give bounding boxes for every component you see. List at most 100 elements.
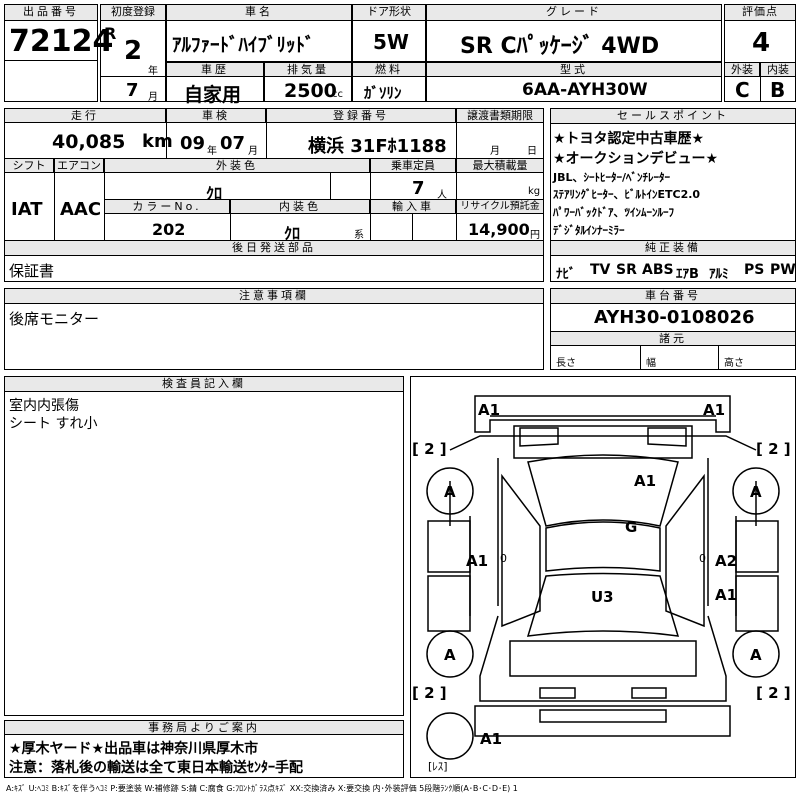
sales-line-6: ﾃﾞｼﾞﾀﾙｲﾝﾅｰﾐﾗｰ bbox=[553, 224, 625, 237]
lot-label: 出品番号 bbox=[4, 4, 98, 21]
width-label: 幅 bbox=[646, 358, 656, 369]
month-unit: 月 bbox=[148, 92, 158, 103]
ext-color-label: 外装色 bbox=[104, 158, 370, 173]
tire-fl-mark: [ 2 ] bbox=[412, 440, 447, 458]
capacity-value: 7 bbox=[412, 178, 425, 199]
mark-hood: A1 bbox=[634, 472, 656, 490]
load-unit: kg bbox=[528, 186, 541, 197]
ac-label: エアコン bbox=[54, 158, 104, 173]
equip-pw: PW bbox=[770, 262, 796, 278]
score-label: 評価点 bbox=[724, 4, 796, 21]
later-parts-value: 保証書 bbox=[9, 262, 55, 280]
spare-mark: [ﾚｽ] bbox=[428, 760, 448, 773]
sales-line-4: ｽﾃｱﾘﾝｸﾞﾋｰﾀｰ、ﾋﾞﾙﾄｲﾝETC2.0 bbox=[553, 188, 701, 201]
inspector-line-2: シート すれ小 bbox=[9, 416, 98, 432]
wheel-rr-mark: A bbox=[750, 646, 762, 664]
mark-zero-1: 0 bbox=[500, 552, 507, 565]
equip-sr: SR bbox=[616, 262, 637, 278]
color-no-value: 202 bbox=[152, 220, 186, 239]
tire-rl-mark: [ 2 ] bbox=[412, 684, 447, 702]
equip-tv: TV bbox=[590, 262, 611, 278]
car-name: ｱﾙﾌｧｰﾄﾞﾊｲﾌﾞﾘｯﾄﾞ bbox=[172, 34, 315, 56]
history-value: 自家用 bbox=[184, 84, 242, 106]
mark-front-right: A1 bbox=[703, 401, 725, 419]
load-label: 最大積載量 bbox=[456, 158, 544, 173]
capacity-label: 乗車定員 bbox=[370, 158, 456, 173]
inspector-line-1: 室内内張傷 bbox=[9, 398, 79, 414]
tire-rr-mark: [ 2 ] bbox=[756, 684, 791, 702]
year: 2 bbox=[124, 36, 143, 66]
model-value: 6AA-AYH30W bbox=[522, 80, 648, 100]
mark-left-mid: A1 bbox=[466, 552, 488, 570]
wheel-fl-mark: A bbox=[444, 483, 456, 501]
mark-roof: G bbox=[625, 518, 637, 536]
recycle-value: 14,900 bbox=[468, 220, 530, 239]
height-label: 高さ bbox=[724, 358, 744, 369]
office-label: 事務局よりご案内 bbox=[4, 720, 404, 735]
mark-right-mid: A2 bbox=[715, 552, 737, 570]
history-label: 車歴 bbox=[166, 62, 264, 77]
chassis-number: AYH30-0108026 bbox=[594, 307, 755, 328]
grade-label: グレード bbox=[426, 4, 722, 21]
equip-airbag: ｴｱB bbox=[676, 267, 699, 282]
displacement-label: 排気量 bbox=[264, 62, 352, 77]
int-color-label: 内装色 bbox=[230, 199, 370, 214]
cc-unit: cc bbox=[332, 89, 343, 100]
mileage-value: 40,085 bbox=[52, 131, 126, 153]
plate-label: 登録番号 bbox=[266, 108, 456, 123]
sales-line-5: ﾊﾟﾜｰﾊﾞｯｸﾄﾞｱ、ﾂｲﾝﾑｰﾝﾙｰﾌ bbox=[553, 206, 674, 219]
displacement-value: 2500 bbox=[284, 80, 337, 102]
era: R bbox=[104, 24, 117, 43]
inspection-label: 車検 bbox=[166, 108, 266, 123]
equip-alumi: ｱﾙﾐ bbox=[709, 267, 729, 282]
ac-value: AAC bbox=[60, 199, 102, 220]
lot-number: 72124 bbox=[9, 24, 114, 59]
plate-value: 横浜 31Fﾎ1188 bbox=[308, 136, 447, 157]
exterior-label: 外装 bbox=[724, 62, 760, 77]
mark-center-rear: U3 bbox=[591, 588, 614, 606]
equip-abs: ABS bbox=[642, 262, 674, 278]
recycle-label: リサイクル預託金 bbox=[456, 199, 544, 214]
mark-zero-2: 0 bbox=[699, 552, 706, 565]
score-value: 4 bbox=[752, 28, 771, 58]
tire-fr-mark: [ 2 ] bbox=[756, 440, 791, 458]
car-name-label: 車名 bbox=[166, 4, 352, 21]
grade-value: SR Cﾊﾟｯｹｰｼﾞ 4WD bbox=[460, 34, 660, 59]
notes-text: 後席モニター bbox=[9, 310, 100, 328]
interior-value: B bbox=[770, 78, 786, 102]
legend: A:ｷｽﾞ U:ﾍｺﾐ B:ｷｽﾞを伴うﾍｺﾐ P:要塗装 W:補修跡 S:錆 … bbox=[6, 784, 518, 793]
length-label: 長さ bbox=[556, 358, 576, 369]
mark-front-left: A1 bbox=[478, 401, 500, 419]
year-unit: 年 bbox=[148, 66, 158, 77]
transfer-month: 月 bbox=[490, 146, 500, 157]
first-reg-label: 初度登録 bbox=[100, 4, 166, 21]
later-parts-label: 後日発送部品 bbox=[4, 240, 544, 256]
insp-year: 09 bbox=[180, 133, 206, 154]
equip-navi: ﾅﾋﾞ bbox=[556, 267, 576, 282]
shift-value: IAT bbox=[11, 199, 43, 220]
door-label: ドア形状 bbox=[352, 4, 426, 21]
model-label: 型式 bbox=[426, 62, 722, 77]
wheel-rl-mark: A bbox=[444, 646, 456, 664]
transfer-label: 譲渡書類期限 bbox=[456, 108, 544, 123]
office-line-1: ★厚木ヤード★出品車は神奈川県厚木市 bbox=[9, 741, 259, 757]
recycle-unit: 円 bbox=[530, 230, 540, 241]
mark-rear: A1 bbox=[480, 730, 502, 748]
month: 7 bbox=[126, 80, 139, 101]
int-color-unit: 系 bbox=[354, 230, 364, 241]
dims-label: 諸元 bbox=[550, 331, 796, 346]
import-label: 輸入車 bbox=[370, 199, 456, 214]
interior-label: 内装 bbox=[760, 62, 796, 77]
sales-line-2: ★オークションデビュー★ bbox=[553, 151, 719, 167]
sales-line-1: ★トヨタ認定中古車歴★ bbox=[553, 131, 705, 147]
door-value: 5W bbox=[373, 30, 409, 54]
transfer-day: 日 bbox=[527, 146, 537, 157]
equip-ps: PS bbox=[744, 262, 765, 278]
km-unit: km bbox=[142, 131, 173, 152]
color-no-label: カラーNo. bbox=[104, 199, 230, 214]
shift-label: シフト bbox=[4, 158, 54, 173]
exterior-value: C bbox=[735, 78, 750, 102]
office-line-2: 注意：落札後の輸送は全て東日本輸送ｾﾝﾀｰ手配 bbox=[9, 760, 303, 776]
fuel-value: ｶﾞｿﾘﾝ bbox=[364, 84, 402, 102]
sales-label: セールスポイント bbox=[550, 108, 796, 124]
